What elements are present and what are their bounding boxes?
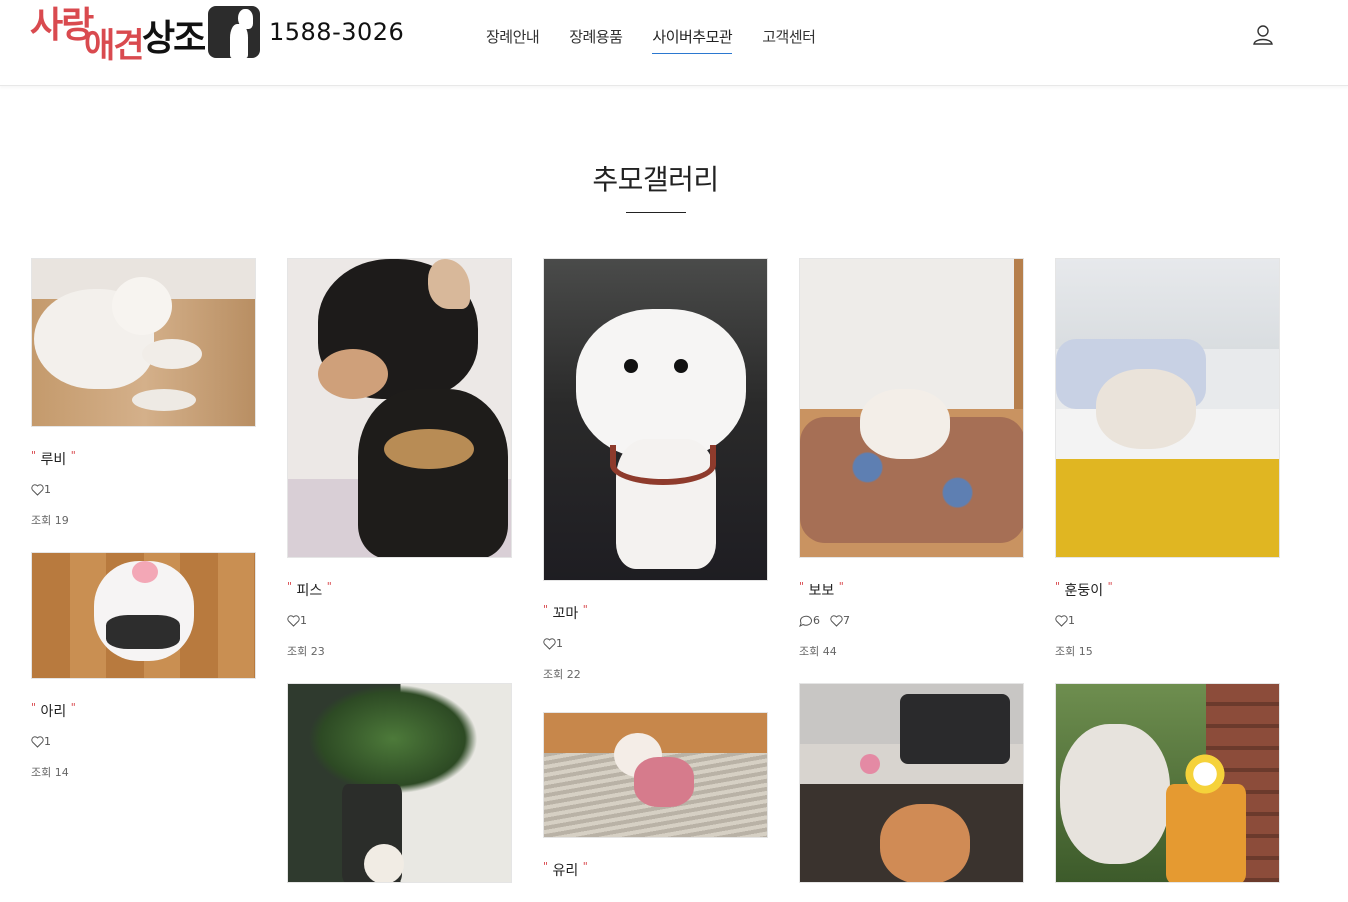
user-icon[interactable] — [1252, 24, 1274, 46]
pet-photo[interactable] — [799, 258, 1024, 558]
views-label: 조회 — [287, 645, 308, 658]
dog-logo-icon — [208, 6, 260, 58]
gallery-column-4: " 보보 " 6 7 조회 44 — [799, 258, 1024, 902]
views-count: 14 — [54, 766, 69, 779]
likes[interactable]: 7 — [830, 614, 850, 627]
pet-photo[interactable] — [287, 258, 512, 558]
pet-name: 루비 — [40, 452, 67, 468]
pet-name: 훈둥이 — [1064, 583, 1104, 599]
gallery-column-3: " 꼬마 " 1 조회 22 " 유리 " — [543, 258, 768, 902]
gallery-card[interactable]: " 피스 " 1 조회 23 — [287, 258, 512, 659]
likes-count: 1 — [300, 614, 307, 627]
pet-photo[interactable] — [31, 552, 256, 679]
comment-icon — [799, 615, 812, 628]
pet-photo[interactable] — [31, 258, 256, 427]
gallery-card[interactable]: " 아리 " 1 조회 14 — [31, 552, 256, 780]
views-label: 조회 — [31, 766, 52, 779]
likes[interactable]: 1 — [1055, 614, 1075, 627]
phone-number: 1588-3026 — [269, 18, 405, 46]
gallery-card[interactable] — [799, 683, 1024, 883]
views-count: 44 — [822, 645, 837, 658]
gallery-card[interactable]: " 유리 " — [543, 712, 768, 880]
views-count: 23 — [310, 645, 325, 658]
logo-text-3: 상조 — [142, 18, 206, 59]
likes[interactable]: 1 — [31, 483, 51, 496]
gallery-column-5: " 훈둥이 " 1 조회 15 — [1055, 258, 1280, 902]
likes-count: 1 — [44, 483, 51, 496]
nav-item-customer-center[interactable]: 고객센터 — [762, 26, 816, 54]
pet-photo[interactable] — [1055, 258, 1280, 558]
site-header: 사랑 애견 상조 1588-3026 장례안내 장례용품 사이버추모관 고객센터 — [0, 0, 1348, 86]
likes[interactable]: 1 — [287, 614, 307, 627]
comments-count: 6 — [813, 614, 820, 627]
likes-count: 1 — [556, 637, 563, 650]
comments[interactable]: 6 — [799, 614, 820, 628]
main-nav: 장례안내 장례용품 사이버추모관 고객센터 — [486, 26, 816, 54]
pet-photo[interactable] — [1055, 683, 1280, 883]
heart-icon — [1055, 615, 1068, 627]
heart-icon — [830, 615, 843, 627]
site-logo[interactable]: 사랑 애견 상조 — [30, 0, 270, 70]
page-title: 추모갤러리 — [592, 163, 719, 196]
pet-photo[interactable] — [543, 258, 768, 581]
pet-photo[interactable] — [799, 683, 1024, 883]
likes-count: 1 — [1068, 614, 1075, 627]
likes-count: 7 — [843, 614, 850, 627]
views-count: 15 — [1078, 645, 1093, 658]
views-count: 22 — [566, 668, 581, 681]
heart-icon — [31, 484, 44, 496]
pet-photo[interactable] — [287, 683, 512, 883]
likes[interactable]: 1 — [543, 637, 563, 650]
gallery-column-2: " 피스 " 1 조회 23 — [287, 258, 512, 902]
pet-name: 보보 — [808, 583, 835, 599]
views-label: 조회 — [31, 514, 52, 527]
gallery-card[interactable] — [1055, 683, 1280, 883]
gallery-card[interactable]: " 보보 " 6 7 조회 44 — [799, 258, 1024, 659]
gallery-column-1: " 루비 " 1 조회 19 " 아리 " 1 조회 14 — [31, 258, 256, 804]
likes[interactable]: 1 — [31, 735, 51, 748]
pet-name: 피스 — [296, 583, 323, 599]
title-divider — [626, 212, 686, 213]
nav-item-funeral-supplies[interactable]: 장례용품 — [569, 26, 623, 54]
pet-name: 꼬마 — [552, 606, 579, 622]
heart-icon — [31, 736, 44, 748]
views-count: 19 — [54, 514, 69, 527]
logo-text-1: 사랑 — [30, 5, 94, 46]
pet-photo[interactable] — [543, 712, 768, 838]
pet-name: 아리 — [40, 704, 67, 720]
heart-icon — [543, 638, 556, 650]
nav-item-funeral-guide[interactable]: 장례안내 — [486, 26, 540, 54]
gallery-card[interactable] — [287, 683, 512, 883]
logo-text-2: 애견 — [84, 26, 145, 66]
views-label: 조회 — [1055, 645, 1076, 658]
likes-count: 1 — [44, 735, 51, 748]
views-label: 조회 — [799, 645, 820, 658]
views-label: 조회 — [543, 668, 564, 681]
heart-icon — [287, 615, 300, 627]
gallery-card[interactable]: " 훈둥이 " 1 조회 15 — [1055, 258, 1280, 659]
nav-item-cyber-memorial[interactable]: 사이버추모관 — [652, 26, 733, 54]
gallery-card[interactable]: " 루비 " 1 조회 19 — [31, 258, 256, 528]
pet-name: 유리 — [552, 863, 579, 879]
gallery-card[interactable]: " 꼬마 " 1 조회 22 — [543, 258, 768, 682]
